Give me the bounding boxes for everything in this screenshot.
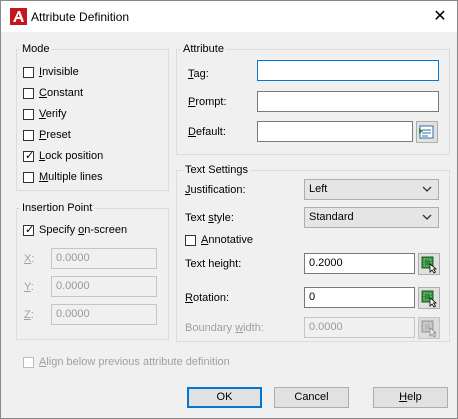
mode-option-checkbox[interactable]: Constant bbox=[23, 85, 83, 101]
tag-field[interactable] bbox=[257, 60, 439, 81]
z-field[interactable]: 0.0000 bbox=[51, 304, 157, 325]
checkbox-box bbox=[23, 171, 34, 183]
insertion-point-legend: Insertion Point bbox=[20, 202, 95, 214]
text-height-label: Text height: bbox=[185, 258, 242, 270]
annotative-label: Annotative bbox=[201, 234, 253, 246]
mode-option-checkbox[interactable]: Preset bbox=[23, 127, 71, 143]
checkbox-box: ✓ bbox=[23, 149, 35, 162]
checkbox-box bbox=[23, 356, 34, 368]
checkbox-box bbox=[23, 87, 34, 99]
dialog-window: Attribute Definition ✕ Mode Invisible Con… bbox=[0, 0, 458, 419]
mode-option-checkbox[interactable]: Multiple lines bbox=[23, 169, 103, 185]
specify-on-screen-checkbox[interactable]: ✓ Specify on-screen bbox=[23, 222, 127, 238]
pick-rotation-button[interactable] bbox=[418, 287, 440, 309]
boundary-width-label: Boundary width: bbox=[185, 322, 264, 334]
justification-value: Left bbox=[309, 183, 328, 195]
attribute-legend: Attribute bbox=[181, 43, 226, 55]
pick-point-icon bbox=[421, 256, 438, 274]
checkbox-box bbox=[185, 234, 196, 246]
checkmark-icon: ✓ bbox=[25, 149, 35, 162]
align-below-label: Align below previous attribute definitio… bbox=[39, 356, 230, 368]
ok-button[interactable]: OK bbox=[187, 387, 262, 408]
autocad-logo-icon bbox=[10, 8, 27, 25]
tag-label: Tag: bbox=[188, 68, 209, 80]
checkbox-box bbox=[23, 129, 34, 141]
mode-option-checkbox[interactable]: Verify bbox=[23, 106, 67, 122]
close-icon: ✕ bbox=[433, 8, 447, 25]
cancel-button[interactable]: Cancel bbox=[274, 387, 349, 408]
insert-field-button[interactable] bbox=[416, 121, 438, 143]
rotation-field[interactable]: 0 bbox=[304, 287, 415, 308]
align-below-checkbox[interactable]: Align below previous attribute definitio… bbox=[23, 354, 230, 370]
mode-legend: Mode bbox=[20, 43, 52, 55]
mode-option-label: Constant bbox=[39, 87, 84, 99]
checkmark-icon: ✓ bbox=[25, 223, 35, 236]
y-field[interactable]: 0.0000 bbox=[51, 276, 157, 297]
justification-label: Justification: bbox=[185, 184, 246, 196]
justification-dropdown[interactable]: Left bbox=[304, 179, 439, 200]
pick-boundary-width-button[interactable] bbox=[418, 317, 440, 339]
text-settings-legend: Text Settings bbox=[183, 164, 250, 176]
annotative-checkbox[interactable]: Annotative bbox=[185, 232, 253, 248]
prompt-field[interactable] bbox=[257, 91, 439, 112]
checkbox-box bbox=[23, 108, 34, 120]
text-style-label: Text style: bbox=[185, 212, 234, 224]
text-style-value: Standard bbox=[309, 211, 354, 223]
window-title: Attribute Definition bbox=[31, 10, 130, 24]
prompt-label: Prompt: bbox=[188, 96, 227, 108]
help-button[interactable]: Help bbox=[373, 387, 448, 408]
close-button[interactable]: ✕ bbox=[429, 6, 451, 28]
chevron-down-icon bbox=[422, 186, 432, 192]
default-label: Default: bbox=[188, 126, 226, 138]
mode-option-label: Lock position bbox=[39, 150, 104, 162]
mode-option-label: Preset bbox=[39, 129, 71, 141]
boundary-width-field[interactable]: 0.0000 bbox=[304, 317, 415, 338]
pick-text-height-button[interactable] bbox=[418, 253, 440, 275]
mode-option-checkbox[interactable]: ✓ Lock position bbox=[23, 148, 103, 164]
pick-point-icon bbox=[421, 320, 438, 338]
mode-option-label: Multiple lines bbox=[39, 171, 103, 183]
text-height-field[interactable]: 0.2000 bbox=[304, 253, 415, 274]
checkbox-box bbox=[23, 66, 34, 78]
mode-option-label: Invisible bbox=[39, 66, 79, 78]
specify-on-screen-label: Specify on-screen bbox=[39, 224, 128, 236]
default-field[interactable] bbox=[257, 121, 413, 142]
insert-field-icon bbox=[419, 125, 434, 139]
mode-option-checkbox[interactable]: Invisible bbox=[23, 64, 79, 80]
y-label: Y: bbox=[24, 281, 34, 293]
x-field[interactable]: 0.0000 bbox=[51, 248, 157, 269]
pick-point-icon bbox=[421, 290, 438, 308]
text-style-dropdown[interactable]: Standard bbox=[304, 207, 439, 228]
chevron-down-icon bbox=[422, 214, 432, 220]
mode-option-label: Verify bbox=[39, 108, 67, 120]
rotation-label: Rotation: bbox=[185, 292, 230, 304]
x-label: X: bbox=[24, 253, 35, 265]
z-label: Z: bbox=[24, 309, 34, 321]
checkbox-box: ✓ bbox=[23, 223, 35, 236]
title-bar: Attribute Definition ✕ bbox=[1, 1, 457, 32]
